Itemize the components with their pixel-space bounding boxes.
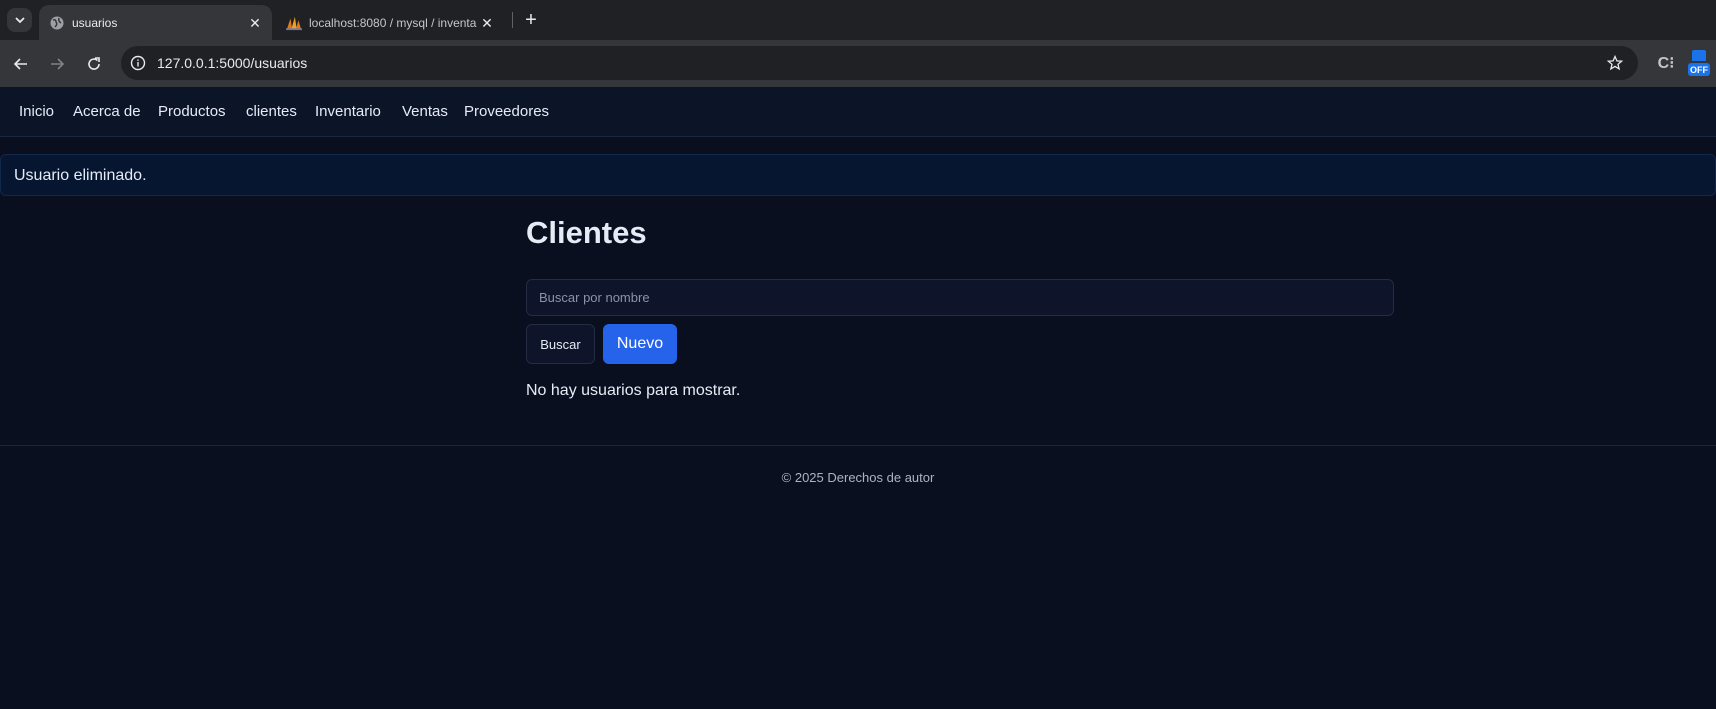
tab-search-button[interactable] bbox=[7, 8, 32, 32]
nav-link-inicio[interactable]: Inicio bbox=[19, 103, 54, 121]
nav-link-clientes[interactable]: clientes bbox=[246, 103, 297, 121]
extension-badge: OFF bbox=[1688, 63, 1710, 76]
chevron-down-icon bbox=[14, 17, 25, 24]
site-info-icon[interactable] bbox=[129, 54, 147, 72]
close-icon[interactable]: ✕ bbox=[478, 14, 496, 32]
footer-divider bbox=[0, 445, 1716, 446]
address-bar[interactable]: 127.0.0.1:5000/usuarios bbox=[121, 46, 1638, 80]
forward-button[interactable] bbox=[45, 52, 69, 76]
new-button[interactable]: Nuevo bbox=[603, 324, 677, 364]
page-title: Clientes bbox=[526, 215, 647, 250]
search-input[interactable] bbox=[526, 279, 1394, 316]
tab-title: localhost:8080 / mysql / inventa bbox=[309, 16, 477, 30]
extension-off-icon[interactable]: OFF bbox=[1688, 50, 1710, 76]
tab-phpmyadmin[interactable]: localhost:8080 / mysql / inventa ✕ bbox=[276, 5, 504, 40]
nav-link-ventas[interactable]: Ventas bbox=[402, 103, 448, 121]
new-tab-button[interactable]: + bbox=[520, 9, 542, 31]
globe-icon bbox=[49, 15, 65, 31]
nav-link-acerca-de[interactable]: Acerca de bbox=[73, 103, 141, 121]
site-navbar: Inicio Acerca de Productos clientes Inve… bbox=[0, 87, 1716, 137]
flash-message: Usuario eliminado. bbox=[0, 154, 1716, 196]
tab-title: usuarios bbox=[72, 16, 118, 30]
close-icon[interactable]: ✕ bbox=[246, 14, 264, 32]
extension-off-top bbox=[1692, 50, 1706, 61]
nav-link-proveedores[interactable]: Proveedores bbox=[464, 103, 549, 121]
nav-link-inventario[interactable]: Inventario bbox=[315, 103, 381, 121]
extension-icon[interactable]: C⁝ bbox=[1655, 52, 1677, 74]
url-text: 127.0.0.1:5000/usuarios bbox=[157, 55, 307, 71]
tab-separator bbox=[512, 12, 513, 28]
empty-state-message: No hay usuarios para mostrar. bbox=[526, 382, 741, 399]
reload-button[interactable] bbox=[82, 52, 106, 76]
tab-usuarios[interactable]: usuarios ✕ bbox=[39, 5, 272, 40]
web-page: Inicio Acerca de Productos clientes Inve… bbox=[0, 87, 1716, 709]
flash-message-text: Usuario eliminado. bbox=[14, 167, 147, 184]
arrow-left-icon bbox=[13, 58, 27, 70]
search-button[interactable]: Buscar bbox=[526, 324, 595, 364]
arrow-right-icon bbox=[51, 58, 65, 70]
footer-copyright: © 2025 Derechos de autor bbox=[781, 470, 935, 485]
url-host: 127.0.0.1 bbox=[157, 55, 216, 71]
bookmark-star-icon[interactable] bbox=[1606, 54, 1624, 72]
browser-tabstrip: usuarios ✕ localhost:8080 / mysql / inve… bbox=[0, 0, 1716, 40]
browser-toolbar: 127.0.0.1:5000/usuarios C⁝ OFF bbox=[0, 40, 1716, 87]
reload-icon bbox=[88, 57, 100, 70]
phpmyadmin-icon bbox=[286, 15, 302, 31]
back-button[interactable] bbox=[9, 52, 33, 76]
url-path: :5000/usuarios bbox=[215, 55, 308, 71]
nav-link-productos[interactable]: Productos bbox=[158, 103, 226, 121]
